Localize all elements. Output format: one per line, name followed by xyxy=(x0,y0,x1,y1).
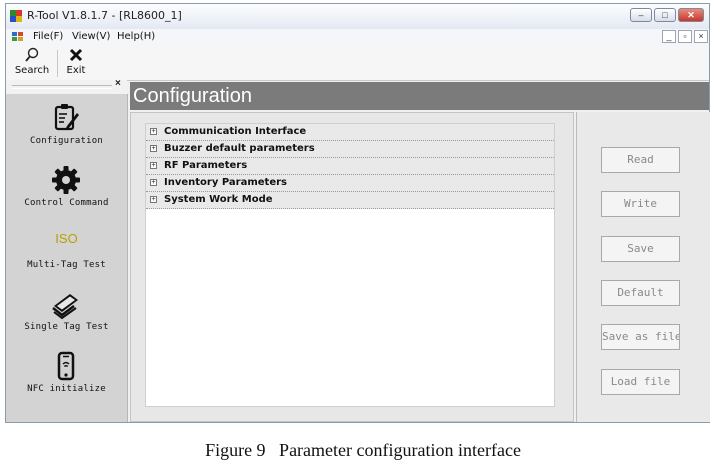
action-panel: Read Write Save Default Save as file Loa… xyxy=(576,112,710,422)
navigation-panel-header: × xyxy=(6,78,127,92)
parameter-tree: + Communication Interface + Buzzer defau… xyxy=(145,123,555,407)
mdi-restore-button[interactable]: ▫ xyxy=(678,30,692,43)
document-menu-icon[interactable] xyxy=(12,32,23,41)
menu-bar: File(F) View(V) Help(H) _ ▫ × xyxy=(6,29,709,45)
menu-view[interactable]: View(V) xyxy=(72,31,110,42)
nav-item-single-tag-test[interactable]: Single Tag Test xyxy=(6,284,127,346)
nav-label-multi-tag-test: Multi-Tag Test xyxy=(27,260,106,270)
nav-label-control-command: Control Command xyxy=(24,198,109,208)
nav-item-nfc-initialize[interactable]: NFC initialize xyxy=(6,346,127,408)
window-title: R-Tool V1.8.1.7 - [RL8600_1] xyxy=(27,9,182,22)
menu-file[interactable]: File(F) xyxy=(33,31,63,42)
exit-button[interactable]: Exit xyxy=(62,47,90,78)
clipboard-pencil-icon xyxy=(54,104,79,131)
mdi-minimize-button[interactable]: _ xyxy=(662,30,676,43)
tree-label: Inventory Parameters xyxy=(164,177,287,188)
expand-icon[interactable]: + xyxy=(150,128,157,135)
title-bar: R-Tool V1.8.1.7 - [RL8600_1] – □ ✕ xyxy=(6,4,709,30)
tree-label: Communication Interface xyxy=(164,126,307,137)
navigation-list: Configuration Control Command ISO Multi-… xyxy=(6,94,128,422)
gear-icon xyxy=(52,166,80,194)
iso-icon: ISO xyxy=(55,231,78,246)
app-window: R-Tool V1.8.1.7 - [RL8600_1] – □ ✕ File(… xyxy=(5,3,710,423)
nav-label-nfc-initialize: NFC initialize xyxy=(27,384,106,394)
read-button[interactable]: Read xyxy=(601,147,680,173)
search-icon xyxy=(25,47,39,62)
expand-icon[interactable]: + xyxy=(150,196,157,203)
tree-label: System Work Mode xyxy=(164,194,273,205)
panel-close-button[interactable]: × xyxy=(115,78,121,89)
mdi-close-button[interactable]: × xyxy=(694,30,708,43)
tree-row-system-work-mode[interactable]: + System Work Mode xyxy=(146,192,554,209)
nav-label-configuration: Configuration xyxy=(29,136,104,146)
menu-help[interactable]: Help(H) xyxy=(117,31,155,42)
nav-label-single-tag-test: Single Tag Test xyxy=(24,322,109,332)
close-button[interactable]: ✕ xyxy=(678,8,704,22)
page-title: Configuration xyxy=(133,85,252,107)
tree-label: Buzzer default parameters xyxy=(164,143,315,154)
panel-grip[interactable] xyxy=(12,85,112,89)
toolbar: Search Exit xyxy=(6,45,709,81)
tree-row-inventory-parameters[interactable]: + Inventory Parameters xyxy=(146,175,554,192)
maximize-button[interactable]: □ xyxy=(654,8,676,22)
exit-label: Exit xyxy=(66,65,86,76)
figure-caption: Figure 9 Parameter configuration interfa… xyxy=(205,440,521,460)
nav-item-configuration[interactable]: Configuration xyxy=(6,98,127,160)
nav-item-multi-tag-test[interactable]: ISO Multi-Tag Test xyxy=(6,222,127,284)
tree-row-rf-parameters[interactable]: + RF Parameters xyxy=(146,158,554,175)
write-button[interactable]: Write xyxy=(601,191,680,217)
tree-label: RF Parameters xyxy=(164,160,248,171)
expand-icon[interactable]: + xyxy=(150,145,157,152)
navigation-panel: × Configuration Control Command ISO Mult… xyxy=(6,78,128,422)
parameter-tree-panel: + Communication Interface + Buzzer defau… xyxy=(130,112,574,422)
minimize-button[interactable]: – xyxy=(630,8,652,22)
phone-icon xyxy=(57,351,75,381)
nav-item-control-command[interactable]: Control Command xyxy=(6,160,127,222)
save-button[interactable]: Save xyxy=(601,236,680,262)
default-button[interactable]: Default xyxy=(601,280,680,306)
expand-icon[interactable]: + xyxy=(150,179,157,186)
tree-row-buzzer-default-parameters[interactable]: + Buzzer default parameters xyxy=(146,141,554,158)
tree-row-communication-interface[interactable]: + Communication Interface xyxy=(146,124,554,141)
close-icon xyxy=(69,48,83,62)
search-label: Search xyxy=(14,65,50,76)
app-logo-icon xyxy=(10,10,22,22)
save-as-file-button[interactable]: Save as file xyxy=(601,324,680,350)
expand-icon[interactable]: + xyxy=(150,162,157,169)
card-hand-icon xyxy=(52,294,78,320)
toolbar-separator xyxy=(57,50,58,77)
load-file-button[interactable]: Load file xyxy=(601,369,680,395)
search-button[interactable]: Search xyxy=(10,47,54,78)
main-header: Configuration xyxy=(130,82,709,110)
